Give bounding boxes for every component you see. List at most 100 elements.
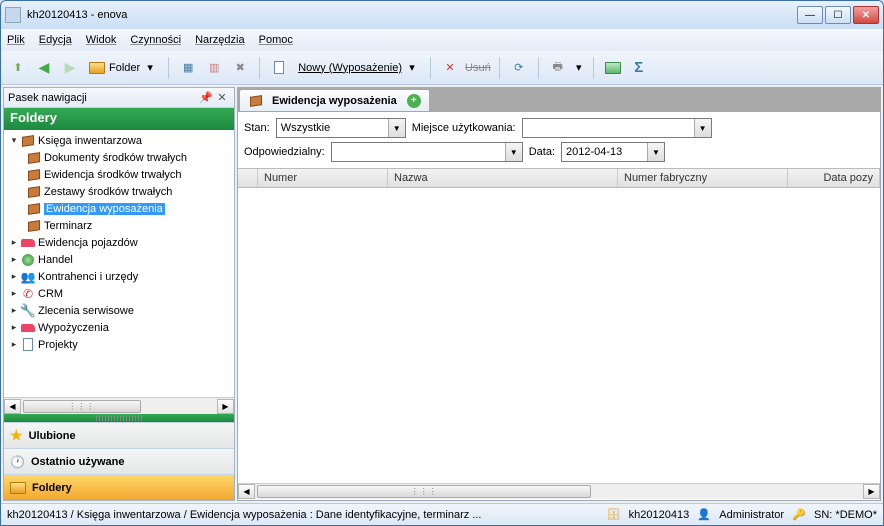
odp-label: Odpowiedzialny: bbox=[244, 146, 325, 158]
col-rowheader[interactable] bbox=[238, 169, 258, 187]
refresh-icon[interactable]: ⟳ bbox=[508, 57, 530, 79]
delete-icon[interactable]: ✕ bbox=[439, 57, 461, 79]
tree-node-selected[interactable]: Ewidencja wyposażenia bbox=[4, 200, 234, 217]
grid-icon[interactable]: ▦ bbox=[177, 57, 199, 79]
pin-icon[interactable]: 📌 bbox=[198, 90, 214, 106]
data-combo[interactable]: 2012-04-13▼ bbox=[561, 142, 665, 162]
sigma-icon[interactable]: Σ bbox=[628, 57, 650, 79]
tree-node[interactable]: ▸✆CRM bbox=[4, 285, 234, 302]
nav-panel: Pasek nawigacji 📌 ✕ Foldery ▾Księga inwe… bbox=[3, 87, 235, 501]
organize-icon[interactable]: ▥ bbox=[203, 57, 225, 79]
data-label: Data: bbox=[529, 146, 555, 158]
grid-hscrollbar[interactable]: ◀ ⋮⋮⋮ ▶ bbox=[238, 483, 880, 500]
back-icon[interactable]: ◀ bbox=[33, 57, 55, 79]
tree-label: Ewidencja pojazdów bbox=[38, 237, 138, 249]
tree-label: Handel bbox=[38, 254, 73, 266]
print-icon[interactable]: 🖶 bbox=[547, 57, 569, 79]
tree-label: Księga inwentarzowa bbox=[38, 135, 142, 147]
tab-ewidencja[interactable]: Ewidencja wyposażenia + bbox=[239, 89, 430, 111]
scroll-track[interactable]: ⋮⋮⋮ bbox=[21, 399, 217, 414]
col-numer-fabryczny[interactable]: Numer fabryczny bbox=[618, 169, 788, 187]
col-numer[interactable]: Numer bbox=[258, 169, 388, 187]
tree-label: Zestawy środków trwałych bbox=[44, 186, 172, 198]
folders-header: Foldery bbox=[4, 108, 234, 130]
folder-icon bbox=[10, 482, 26, 494]
new-label: Nowy (Wyposażenie) bbox=[298, 62, 402, 74]
toolbar: ⬆ ◀ ▶ Folder ▾ ▦ ▥ ✖ Nowy (Wyposażenie) … bbox=[1, 51, 883, 85]
scroll-track[interactable]: ⋮⋮⋮ bbox=[255, 484, 863, 499]
menu-pomoc[interactable]: Pomoc bbox=[259, 34, 293, 46]
open-folder-icon[interactable] bbox=[602, 57, 624, 79]
acc-ostatnio[interactable]: 🕐 Ostatnio używane bbox=[4, 448, 234, 474]
content: Stan: Wszystkie▼ Miejsce użytkowania: ▼ … bbox=[237, 111, 881, 501]
add-tab-icon[interactable]: + bbox=[407, 94, 421, 108]
tree-node[interactable]: Terminarz bbox=[4, 217, 234, 234]
menu-widok[interactable]: Widok bbox=[86, 34, 117, 46]
tree-node[interactable]: ▸Wypożyczenia bbox=[4, 319, 234, 336]
data-value: 2012-04-13 bbox=[562, 146, 647, 158]
nav-close-icon[interactable]: ✕ bbox=[214, 90, 230, 106]
tree-node[interactable]: ▸🔧Zlecenia serwisowe bbox=[4, 302, 234, 319]
tree-node[interactable]: ▸Handel bbox=[4, 251, 234, 268]
stan-combo[interactable]: Wszystkie▼ bbox=[276, 118, 406, 138]
menu-plik[interactable]: Plik bbox=[7, 34, 25, 46]
tree-node[interactable]: ▾Księga inwentarzowa bbox=[4, 132, 234, 149]
tree-hscrollbar[interactable]: ◀ ⋮⋮⋮ ▶ bbox=[4, 397, 234, 414]
acc-label: Foldery bbox=[32, 482, 72, 494]
body: Pasek nawigacji 📌 ✕ Foldery ▾Księga inwe… bbox=[1, 85, 883, 503]
tree-node[interactable]: Dokumenty środków trwałych bbox=[4, 149, 234, 166]
grid-body[interactable] bbox=[238, 188, 880, 483]
close-button[interactable]: ✕ bbox=[853, 6, 879, 24]
menu-edycja[interactable]: Edycja bbox=[39, 34, 72, 46]
tree-node[interactable]: Zestawy środków trwałych bbox=[4, 183, 234, 200]
up-icon[interactable]: ⬆ bbox=[7, 57, 29, 79]
tools-icon[interactable]: ✖ bbox=[229, 57, 251, 79]
odp-combo[interactable]: ▼ bbox=[331, 142, 523, 162]
gripper-icon[interactable] bbox=[96, 415, 142, 421]
chevron-down-icon: ▼ bbox=[694, 119, 711, 137]
scroll-left-icon[interactable]: ◀ bbox=[238, 484, 255, 499]
acc-label: Ostatnio używane bbox=[31, 456, 125, 468]
col-nazwa[interactable]: Nazwa bbox=[388, 169, 618, 187]
key-icon: 🔑 bbox=[792, 508, 806, 522]
tree-node[interactable]: ▸Ewidencja pojazdów bbox=[4, 234, 234, 251]
menubar: Plik Edycja Widok Czynności Narzędzia Po… bbox=[1, 29, 883, 51]
scroll-thumb[interactable]: ⋮⋮⋮ bbox=[257, 485, 591, 498]
folder-label: Folder bbox=[109, 62, 140, 74]
grid-header: Numer Nazwa Numer fabryczny Data pozy bbox=[238, 168, 880, 188]
chevron-down-icon: ▼ bbox=[505, 143, 522, 161]
tree-node[interactable]: ▸👥Kontrahenci i urzędy bbox=[4, 268, 234, 285]
acc-ulubione[interactable]: ★ Ulubione bbox=[4, 422, 234, 448]
menu-narzedzia[interactable]: Narzędzia bbox=[195, 34, 245, 46]
scroll-left-icon[interactable]: ◀ bbox=[4, 399, 21, 414]
clock-icon: 🕐 bbox=[10, 455, 25, 469]
acc-label: Ulubione bbox=[29, 430, 76, 442]
tree-node[interactable]: Ewidencja środków trwałych bbox=[4, 166, 234, 183]
window-title: kh20120413 - enova bbox=[27, 9, 795, 21]
main-area: Ewidencja wyposażenia + Stan: Wszystkie▼… bbox=[237, 87, 881, 501]
new-doc-icon[interactable] bbox=[268, 57, 290, 79]
scroll-right-icon[interactable]: ▶ bbox=[217, 399, 234, 414]
minimize-button[interactable]: — bbox=[797, 6, 823, 24]
folder-button[interactable]: Folder ▾ bbox=[85, 57, 160, 79]
statusbar: kh20120413 / Księga inwentarzowa / Ewide… bbox=[1, 503, 883, 525]
maximize-button[interactable]: ☐ bbox=[825, 6, 851, 24]
tree: ▾Księga inwentarzowa Dokumenty środków t… bbox=[4, 130, 234, 397]
scroll-right-icon[interactable]: ▶ bbox=[863, 484, 880, 499]
tab-title: Ewidencja wyposażenia bbox=[272, 95, 397, 107]
stan-label: Stan: bbox=[244, 122, 270, 134]
tree-node[interactable]: ▸Projekty bbox=[4, 336, 234, 353]
menu-czynnosci[interactable]: Czynności bbox=[130, 34, 181, 46]
miejsce-combo[interactable]: ▼ bbox=[522, 118, 712, 138]
chevron-down-icon: ▾ bbox=[144, 61, 156, 74]
acc-foldery[interactable]: Foldery bbox=[4, 474, 234, 500]
scroll-thumb[interactable]: ⋮⋮⋮ bbox=[23, 400, 141, 413]
chevron-down-icon[interactable]: ▾ bbox=[573, 61, 585, 74]
user-icon: 👤 bbox=[697, 508, 711, 522]
forward-icon[interactable]: ▶ bbox=[59, 57, 81, 79]
col-data-pozy[interactable]: Data pozy bbox=[788, 169, 880, 187]
tree-label: Ewidencja środków trwałych bbox=[44, 169, 182, 181]
star-icon: ★ bbox=[10, 427, 23, 444]
tabbar: Ewidencja wyposażenia + bbox=[237, 87, 881, 111]
new-button[interactable]: Nowy (Wyposażenie) ▾ bbox=[294, 57, 422, 79]
